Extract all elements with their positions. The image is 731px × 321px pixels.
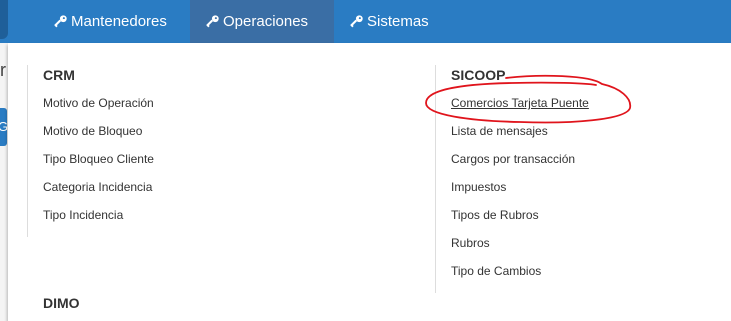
menu-item-comercios-tarjeta-puente[interactable]: Comercios Tarjeta Puente: [451, 96, 589, 110]
menu-item-tipo-bloqueo-cliente[interactable]: Tipo Bloqueo Cliente: [43, 152, 154, 166]
nav-item-sistemas[interactable]: Sistemas: [334, 0, 454, 43]
key-icon: [206, 15, 219, 28]
key-icon: [350, 15, 363, 28]
column-divider: [435, 65, 436, 293]
menu-item-categoria-incidencia[interactable]: Categoria Incidencia: [43, 180, 152, 194]
menu-item-motivo-de-bloqueo[interactable]: Motivo de Bloqueo: [43, 124, 142, 138]
key-icon: [54, 15, 67, 28]
background-page-edge: [0, 43, 8, 321]
navbar-left-edge: [0, 0, 8, 39]
menu-item-tipo-incidencia[interactable]: Tipo Incidencia: [43, 208, 123, 222]
nav-item-label: Sistemas: [367, 13, 429, 30]
top-navbar: Mantenedores Operaciones Sistemas: [0, 0, 731, 43]
menu-item-tipo-de-cambios[interactable]: Tipo de Cambios: [451, 264, 541, 278]
column-divider: [27, 65, 28, 237]
menu-item-cargos-por-transaccion[interactable]: Cargos por transacción: [451, 152, 575, 166]
operaciones-dropdown-menu: CRM Motivo de Operación Motivo de Bloque…: [8, 43, 731, 321]
background-page-button-fragment[interactable]: G: [0, 108, 7, 146]
menu-item-motivo-de-operacion[interactable]: Motivo de Operación: [43, 96, 154, 110]
menu-item-impuestos[interactable]: Impuestos: [451, 180, 506, 194]
background-page-heading-fragment: r: [0, 60, 6, 80]
nav-item-mantenedores[interactable]: Mantenedores: [40, 0, 190, 43]
background-button-label: G: [0, 119, 7, 134]
nav-item-label: Mantenedores: [71, 13, 167, 30]
menu-item-tipos-de-rubros[interactable]: Tipos de Rubros: [451, 208, 539, 222]
section-title-dimo: DIMO: [43, 295, 80, 311]
menu-item-rubros[interactable]: Rubros: [451, 236, 490, 250]
menu-item-lista-de-mensajes[interactable]: Lista de mensajes: [451, 124, 548, 138]
nav-item-operaciones[interactable]: Operaciones: [190, 0, 334, 43]
section-title-crm: CRM: [43, 67, 75, 83]
section-title-sicoop: SICOOP: [451, 67, 506, 83]
nav-item-label: Operaciones: [223, 13, 309, 30]
